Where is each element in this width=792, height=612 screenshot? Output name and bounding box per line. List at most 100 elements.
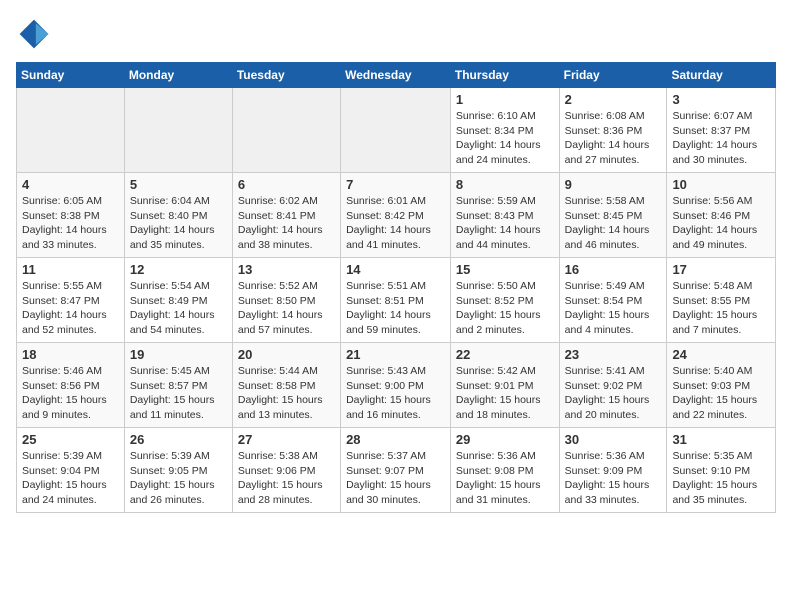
- calendar-table: SundayMondayTuesdayWednesdayThursdayFrid…: [16, 62, 776, 513]
- calendar-cell: 4 Sunrise: 6:05 AM Sunset: 8:38 PM Daylig…: [17, 173, 125, 258]
- day-detail: Sunrise: 5:54 AM Sunset: 8:49 PM Dayligh…: [130, 279, 227, 338]
- calendar-cell: 2 Sunrise: 6:08 AM Sunset: 8:36 PM Daylig…: [559, 88, 667, 173]
- day-detail: Sunrise: 5:35 AM Sunset: 9:10 PM Dayligh…: [672, 449, 770, 508]
- day-number: 25: [22, 432, 119, 447]
- day-number: 10: [672, 177, 770, 192]
- calendar-cell: 15 Sunrise: 5:50 AM Sunset: 8:52 PM Dayli…: [450, 258, 559, 343]
- week-row-2: 4 Sunrise: 6:05 AM Sunset: 8:38 PM Daylig…: [17, 173, 776, 258]
- calendar-cell: 8 Sunrise: 5:59 AM Sunset: 8:43 PM Daylig…: [450, 173, 559, 258]
- day-number: 16: [565, 262, 662, 277]
- day-detail: Sunrise: 6:10 AM Sunset: 8:34 PM Dayligh…: [456, 109, 554, 168]
- calendar-cell: 22 Sunrise: 5:42 AM Sunset: 9:01 PM Dayli…: [450, 343, 559, 428]
- day-number: 17: [672, 262, 770, 277]
- calendar-cell: 3 Sunrise: 6:07 AM Sunset: 8:37 PM Daylig…: [667, 88, 776, 173]
- calendar-cell: 6 Sunrise: 6:02 AM Sunset: 8:41 PM Daylig…: [232, 173, 340, 258]
- weekday-header-friday: Friday: [559, 63, 667, 88]
- day-number: 3: [672, 92, 770, 107]
- calendar-cell: 9Sunrise: 5:58 AM Sunset: 8:45 PM Daylig…: [559, 173, 667, 258]
- day-detail: Sunrise: 5:51 AM Sunset: 8:51 PM Dayligh…: [346, 279, 445, 338]
- day-detail: Sunrise: 5:41 AM Sunset: 9:02 PM Dayligh…: [565, 364, 662, 423]
- day-number: 20: [238, 347, 335, 362]
- calendar-cell: [341, 88, 451, 173]
- day-number: 13: [238, 262, 335, 277]
- calendar-cell: 10Sunrise: 5:56 AM Sunset: 8:46 PM Dayli…: [667, 173, 776, 258]
- day-detail: Sunrise: 5:50 AM Sunset: 8:52 PM Dayligh…: [456, 279, 554, 338]
- calendar-cell: 1 Sunrise: 6:10 AM Sunset: 8:34 PM Daylig…: [450, 88, 559, 173]
- calendar-cell: 23Sunrise: 5:41 AM Sunset: 9:02 PM Dayli…: [559, 343, 667, 428]
- day-number: 15: [456, 262, 554, 277]
- day-number: 5: [130, 177, 227, 192]
- day-detail: Sunrise: 6:04 AM Sunset: 8:40 PM Dayligh…: [130, 194, 227, 253]
- calendar-cell: 7 Sunrise: 6:01 AM Sunset: 8:42 PM Daylig…: [341, 173, 451, 258]
- day-number: 31: [672, 432, 770, 447]
- day-number: 22: [456, 347, 554, 362]
- day-detail: Sunrise: 5:42 AM Sunset: 9:01 PM Dayligh…: [456, 364, 554, 423]
- day-number: 11: [22, 262, 119, 277]
- calendar-cell: 18Sunrise: 5:46 AM Sunset: 8:56 PM Dayli…: [17, 343, 125, 428]
- calendar-cell: 21 Sunrise: 5:43 AM Sunset: 9:00 PM Dayli…: [341, 343, 451, 428]
- weekday-header-sunday: Sunday: [17, 63, 125, 88]
- day-number: 7: [346, 177, 445, 192]
- day-detail: Sunrise: 6:05 AM Sunset: 8:38 PM Dayligh…: [22, 194, 119, 253]
- calendar-cell: 16Sunrise: 5:49 AM Sunset: 8:54 PM Dayli…: [559, 258, 667, 343]
- calendar-cell: 19 Sunrise: 5:45 AM Sunset: 8:57 PM Dayli…: [124, 343, 232, 428]
- logo-icon: [16, 16, 52, 52]
- calendar-cell: 24 Sunrise: 5:40 AM Sunset: 9:03 PM Dayli…: [667, 343, 776, 428]
- logo: [16, 16, 58, 52]
- calendar-cell: 5 Sunrise: 6:04 AM Sunset: 8:40 PM Daylig…: [124, 173, 232, 258]
- day-number: 30: [565, 432, 662, 447]
- calendar-cell: 14 Sunrise: 5:51 AM Sunset: 8:51 PM Dayli…: [341, 258, 451, 343]
- calendar-cell: 31 Sunrise: 5:35 AM Sunset: 9:10 PM Dayli…: [667, 428, 776, 513]
- calendar-cell: 26Sunrise: 5:39 AM Sunset: 9:05 PM Dayli…: [124, 428, 232, 513]
- week-row-1: 1 Sunrise: 6:10 AM Sunset: 8:34 PM Daylig…: [17, 88, 776, 173]
- day-number: 4: [22, 177, 119, 192]
- day-detail: Sunrise: 6:02 AM Sunset: 8:41 PM Dayligh…: [238, 194, 335, 253]
- day-detail: Sunrise: 5:40 AM Sunset: 9:03 PM Dayligh…: [672, 364, 770, 423]
- day-number: 24: [672, 347, 770, 362]
- calendar-cell: 25 Sunrise: 5:39 AM Sunset: 9:04 PM Dayli…: [17, 428, 125, 513]
- day-detail: Sunrise: 6:01 AM Sunset: 8:42 PM Dayligh…: [346, 194, 445, 253]
- calendar-cell: 17 Sunrise: 5:48 AM Sunset: 8:55 PM Dayli…: [667, 258, 776, 343]
- calendar-cell: 27Sunrise: 5:38 AM Sunset: 9:06 PM Dayli…: [232, 428, 340, 513]
- day-detail: Sunrise: 5:36 AM Sunset: 9:09 PM Dayligh…: [565, 449, 662, 508]
- weekday-header-thursday: Thursday: [450, 63, 559, 88]
- day-detail: Sunrise: 5:46 AM Sunset: 8:56 PM Dayligh…: [22, 364, 119, 423]
- day-number: 6: [238, 177, 335, 192]
- week-row-4: 18Sunrise: 5:46 AM Sunset: 8:56 PM Dayli…: [17, 343, 776, 428]
- day-detail: Sunrise: 5:55 AM Sunset: 8:47 PM Dayligh…: [22, 279, 119, 338]
- day-detail: Sunrise: 5:39 AM Sunset: 9:05 PM Dayligh…: [130, 449, 227, 508]
- weekday-header-tuesday: Tuesday: [232, 63, 340, 88]
- day-detail: Sunrise: 5:52 AM Sunset: 8:50 PM Dayligh…: [238, 279, 335, 338]
- calendar-cell: [124, 88, 232, 173]
- day-number: 8: [456, 177, 554, 192]
- day-number: 19: [130, 347, 227, 362]
- calendar-cell: [232, 88, 340, 173]
- day-detail: Sunrise: 5:37 AM Sunset: 9:07 PM Dayligh…: [346, 449, 445, 508]
- day-detail: Sunrise: 5:39 AM Sunset: 9:04 PM Dayligh…: [22, 449, 119, 508]
- calendar-cell: 11 Sunrise: 5:55 AM Sunset: 8:47 PM Dayli…: [17, 258, 125, 343]
- day-detail: Sunrise: 6:07 AM Sunset: 8:37 PM Dayligh…: [672, 109, 770, 168]
- weekday-header-monday: Monday: [124, 63, 232, 88]
- calendar-cell: [17, 88, 125, 173]
- day-detail: Sunrise: 5:45 AM Sunset: 8:57 PM Dayligh…: [130, 364, 227, 423]
- weekday-header-saturday: Saturday: [667, 63, 776, 88]
- calendar-body: 1 Sunrise: 6:10 AM Sunset: 8:34 PM Daylig…: [17, 88, 776, 513]
- day-number: 21: [346, 347, 445, 362]
- day-detail: Sunrise: 5:58 AM Sunset: 8:45 PM Dayligh…: [565, 194, 662, 253]
- calendar-cell: 13 Sunrise: 5:52 AM Sunset: 8:50 PM Dayli…: [232, 258, 340, 343]
- weekday-header-wednesday: Wednesday: [341, 63, 451, 88]
- day-number: 27: [238, 432, 335, 447]
- day-number: 14: [346, 262, 445, 277]
- day-detail: Sunrise: 5:59 AM Sunset: 8:43 PM Dayligh…: [456, 194, 554, 253]
- day-number: 1: [456, 92, 554, 107]
- calendar-cell: 29Sunrise: 5:36 AM Sunset: 9:08 PM Dayli…: [450, 428, 559, 513]
- calendar-cell: 20Sunrise: 5:44 AM Sunset: 8:58 PM Dayli…: [232, 343, 340, 428]
- day-number: 2: [565, 92, 662, 107]
- weekday-header-row: SundayMondayTuesdayWednesdayThursdayFrid…: [17, 63, 776, 88]
- calendar-cell: 30 Sunrise: 5:36 AM Sunset: 9:09 PM Dayli…: [559, 428, 667, 513]
- day-detail: Sunrise: 6:08 AM Sunset: 8:36 PM Dayligh…: [565, 109, 662, 168]
- day-detail: Sunrise: 5:48 AM Sunset: 8:55 PM Dayligh…: [672, 279, 770, 338]
- week-row-3: 11 Sunrise: 5:55 AM Sunset: 8:47 PM Dayli…: [17, 258, 776, 343]
- day-number: 29: [456, 432, 554, 447]
- day-detail: Sunrise: 5:43 AM Sunset: 9:00 PM Dayligh…: [346, 364, 445, 423]
